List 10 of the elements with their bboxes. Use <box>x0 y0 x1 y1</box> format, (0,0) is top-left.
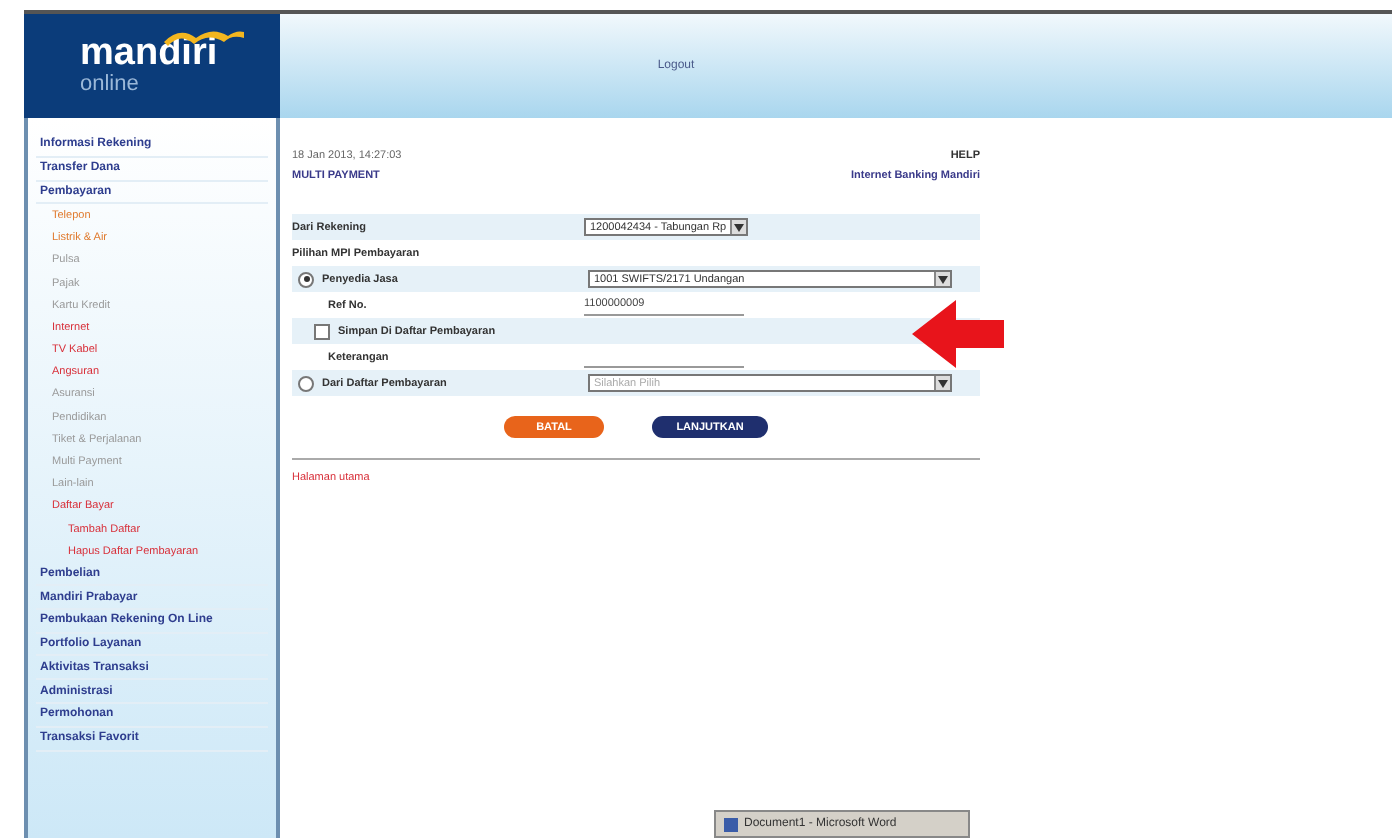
logo-subtitle: online <box>80 72 141 96</box>
caret-icon <box>938 379 948 387</box>
radio-button[interactable] <box>298 375 314 391</box>
logo-word: mandiri <box>80 36 220 72</box>
radio-button[interactable] <box>298 271 314 287</box>
checkbox[interactable] <box>314 323 330 339</box>
caret-icon <box>734 223 744 231</box>
arrow-annotation <box>912 300 1004 368</box>
caret-icon <box>938 275 948 283</box>
document-icon <box>724 817 738 831</box>
